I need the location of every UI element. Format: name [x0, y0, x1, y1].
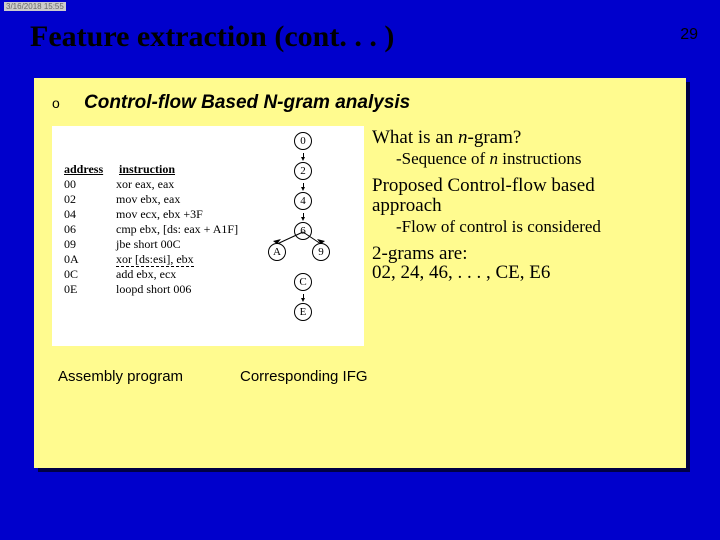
cell-ins: jbe short 00C	[116, 237, 181, 252]
content-row: address instruction 00xor eax, eax 02mov…	[52, 126, 668, 346]
text-frag: 02, 24, 46, . . . , CE, E6	[372, 262, 550, 283]
page-number: 29	[680, 26, 698, 44]
cell-addr: 04	[64, 207, 116, 222]
table-row: 0Eloopd short 006	[64, 282, 238, 297]
table-header: address instruction	[64, 162, 238, 177]
graph-edge	[303, 213, 304, 219]
cell-ins: mov ecx, ebx +3F	[116, 207, 203, 222]
graph-edge	[303, 183, 304, 189]
sub-approach: -Flow of control is considered	[396, 218, 668, 236]
slide-title: Feature extraction (cont. . . )	[30, 20, 394, 54]
table-row: 04mov ecx, ebx +3F	[64, 207, 238, 222]
content-card: o Control-flow Based N-gram analysis add…	[34, 78, 686, 468]
ifg-graph: 0 2 4 6 A 9 C E	[268, 132, 338, 321]
cell-addr: 09	[64, 237, 116, 252]
text-frag: 2-grams are:	[372, 243, 467, 264]
bullet-marker: o	[52, 95, 66, 111]
timestamp: 3/16/2018 15:55	[4, 2, 66, 11]
graph-node: A	[268, 243, 286, 261]
text-frag: instructions	[498, 149, 582, 168]
cell-ins: xor [ds:esi], ebx	[116, 252, 194, 267]
figure-panel: address instruction 00xor eax, eax 02mov…	[52, 126, 364, 346]
table-row: 00xor eax, eax	[64, 177, 238, 192]
cell-ins: loopd short 006	[116, 282, 191, 297]
graph-node: 9	[312, 243, 330, 261]
table-row: 06cmp ebx, [ds: eax + A1F]	[64, 222, 238, 237]
cell-ins: cmp ebx, [ds: eax + A1F]	[116, 222, 238, 237]
graph-node: E	[294, 303, 312, 321]
cell-ins: add ebx, ecx	[116, 267, 176, 282]
heading-ngram: What is an n-gram?	[372, 128, 668, 148]
cell-addr: 0A	[64, 252, 116, 267]
graph-node: 0	[294, 132, 312, 150]
text-frag: What is an	[372, 127, 458, 148]
bullet-row: o Control-flow Based N-gram analysis	[52, 92, 668, 114]
sub-ngram: -Sequence of n instructions	[396, 150, 668, 168]
text-frag: -Sequence of	[396, 149, 489, 168]
instruction-table: address instruction 00xor eax, eax 02mov…	[64, 162, 238, 297]
graph-edge	[303, 294, 304, 300]
col-instruction: instruction	[119, 162, 175, 177]
text-ital: n	[489, 149, 498, 168]
cell-ins: xor eax, eax	[116, 177, 174, 192]
caption-asm: Assembly program	[58, 368, 208, 385]
graph-node: 2	[294, 162, 312, 180]
cell-addr: 00	[64, 177, 116, 192]
explanation-text: What is an n-gram? -Sequence of n instru…	[372, 126, 668, 285]
graph-node: C	[294, 273, 312, 291]
table-row: 09jbe short 00C	[64, 237, 238, 252]
bullet-text: Control-flow Based N-gram analysis	[84, 92, 410, 114]
col-address: address	[64, 162, 116, 177]
text-frag: approach	[372, 195, 442, 216]
table-row: 0Axor [ds:esi], ebx	[64, 252, 238, 267]
figure-captions: Assembly program Corresponding IFG	[52, 368, 668, 385]
cell-ins: mov ebx, eax	[116, 192, 180, 207]
text-frag: Proposed Control-flow based	[372, 175, 595, 196]
heading-approach: Proposed Control-flow based approach	[372, 176, 668, 216]
cell-addr: 0C	[64, 267, 116, 282]
caption-ifg: Corresponding IFG	[240, 368, 368, 385]
graph-node: 4	[294, 192, 312, 210]
table-row: 0Cadd ebx, ecx	[64, 267, 238, 282]
cell-addr: 06	[64, 222, 116, 237]
cell-addr: 02	[64, 192, 116, 207]
graph-branch: A 9	[268, 243, 338, 270]
text-frag: -gram?	[468, 127, 522, 148]
table-row: 02mov ebx, eax	[64, 192, 238, 207]
cell-addr: 0E	[64, 282, 116, 297]
text-ital: n	[458, 127, 468, 148]
heading-2grams: 2-grams are: 02, 24, 46, . . . , CE, E6	[372, 244, 668, 284]
graph-edge	[303, 153, 304, 159]
